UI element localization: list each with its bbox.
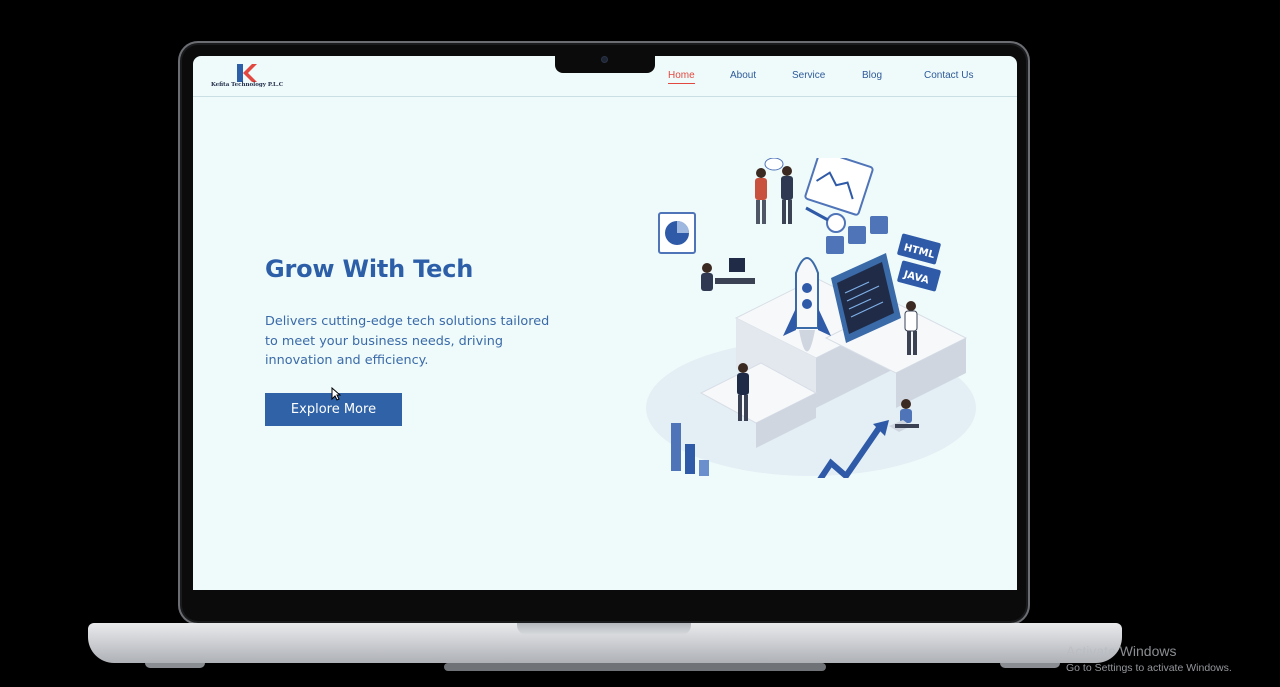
nav-blog[interactable]: Blog <box>862 70 882 86</box>
hero-subtitle: Delivers cutting-edge tech solutions tai… <box>265 314 550 368</box>
hero-title: Grow With Tech <box>265 255 474 283</box>
nav-service[interactable]: Service <box>792 70 825 86</box>
company-logo[interactable]: Kefita Technology P.L.C <box>211 64 291 92</box>
laptop-lid-opening-notch <box>517 623 691 635</box>
website-screen: Kefita Technology P.L.C Home About Servi… <box>193 56 1017 590</box>
company-name: Kefita Technology P.L.C <box>211 82 284 88</box>
laptop-foot-right <box>1000 663 1060 668</box>
tech-team-illustration: HTML JAVA <box>646 158 976 478</box>
laptop-stand-shadow <box>444 663 826 671</box>
nav-contact-us[interactable]: Contact Us <box>924 70 973 86</box>
person-handshake-left <box>755 168 767 224</box>
nav-home[interactable]: Home <box>668 70 695 86</box>
k-logo-icon <box>237 64 257 82</box>
person-at-desk <box>701 258 755 291</box>
mouse-cursor-icon <box>331 387 341 401</box>
nav-about[interactable]: About <box>730 70 756 86</box>
activate-windows-subtitle[interactable]: Go to Settings to activate Windows. <box>1066 662 1232 674</box>
screen-bottom-bezel <box>193 590 1017 604</box>
activate-windows-title: Activate Windows <box>1066 643 1177 659</box>
person-handshake-right <box>781 166 793 224</box>
laptop-foot-left <box>145 663 205 668</box>
webcam-icon <box>602 57 607 62</box>
